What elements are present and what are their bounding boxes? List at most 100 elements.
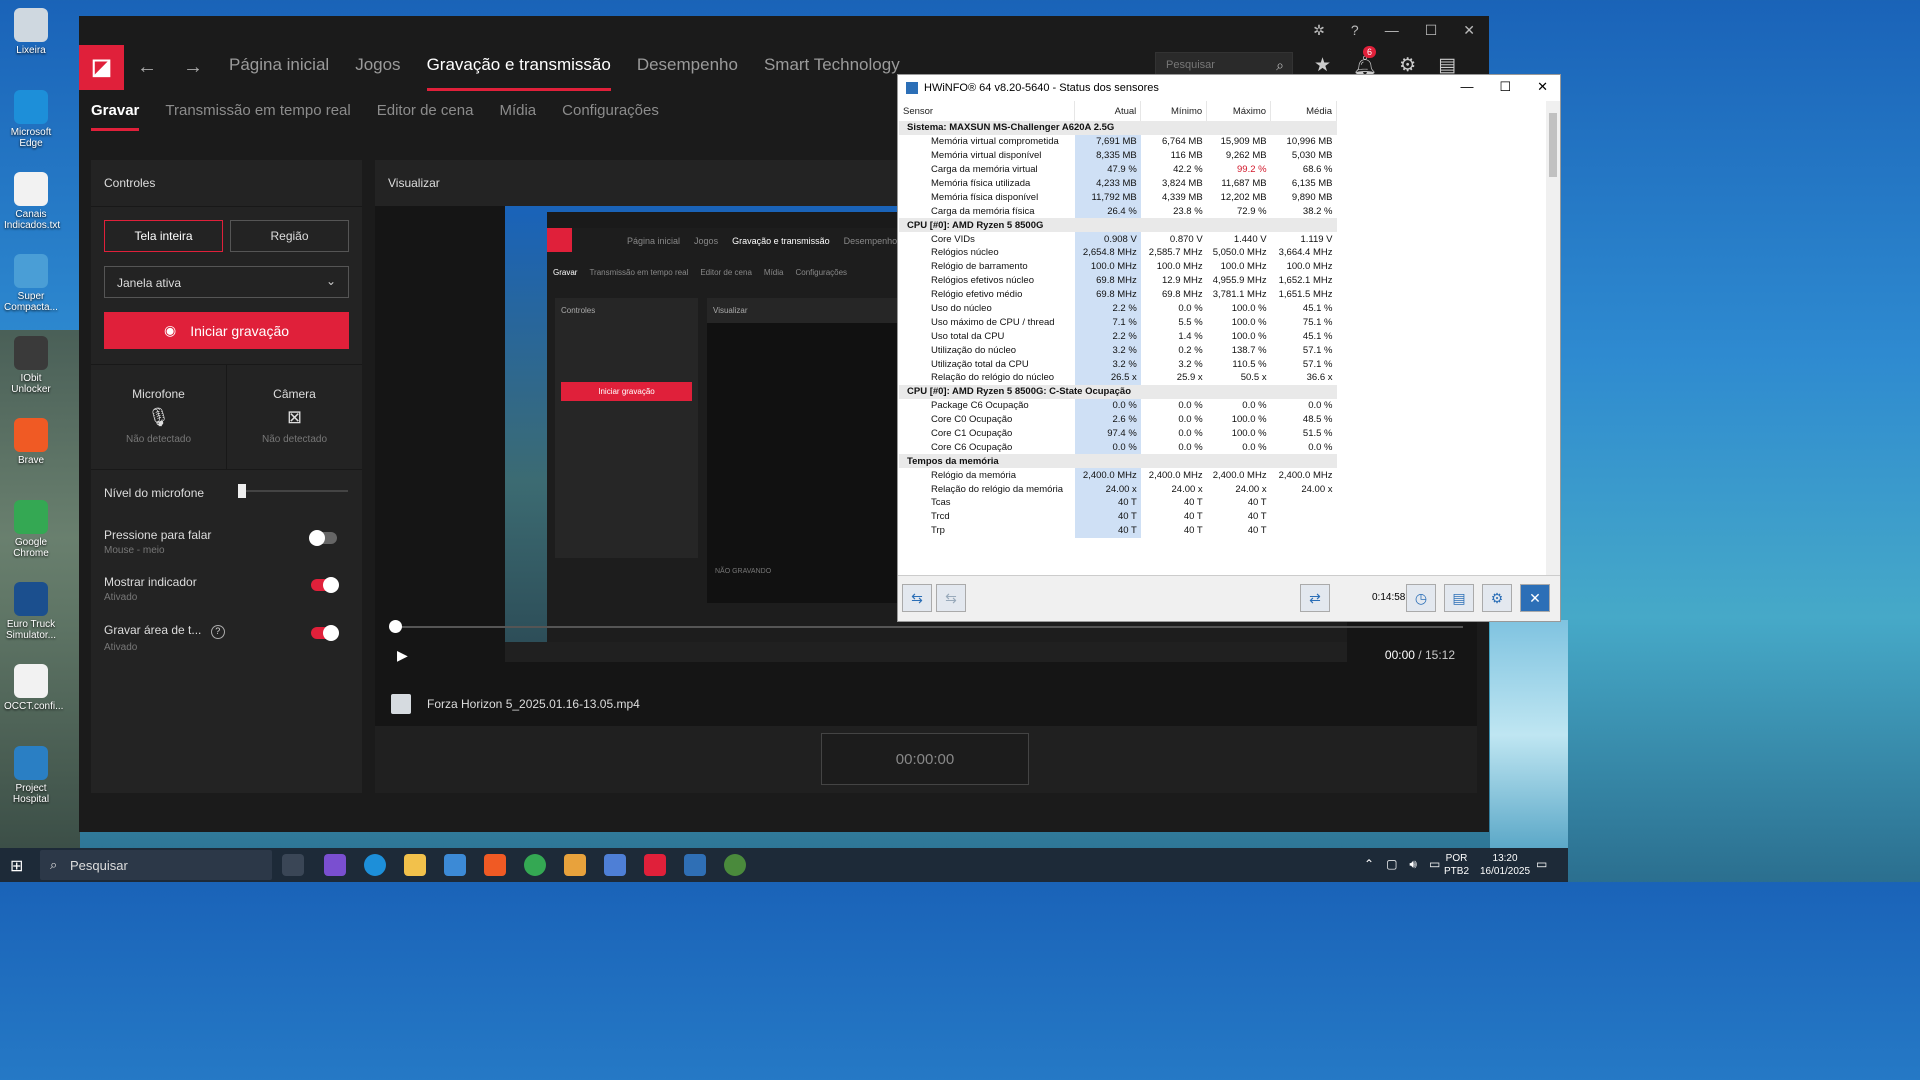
info-icon[interactable]: ?: [210, 625, 225, 639]
store-icon[interactable]: [444, 854, 466, 876]
sensor-row[interactable]: Package C6 Ocupação 0.0 % 0.0 % 0.0 % 0.0 %: [899, 398, 1337, 413]
taskbar-clock[interactable]: 13:20 16/01/2025: [1480, 852, 1530, 878]
col-avg[interactable]: Média: [1270, 101, 1337, 121]
device-icon[interactable]: ▢: [1386, 857, 1397, 872]
close-icon[interactable]: ✕: [1463, 22, 1475, 39]
close-sensors-icon[interactable]: ✕: [1520, 584, 1550, 612]
tab-record[interactable]: Gravar: [91, 102, 140, 131]
tab-scene-editor[interactable]: Editor de cena: [377, 102, 474, 119]
bug-report-icon[interactable]: ✲: [1313, 22, 1325, 39]
app-icon[interactable]: [604, 854, 626, 876]
sensor-group-row[interactable]: CPU [#0]: AMD Ryzen 5 8500G: [899, 218, 1337, 233]
sensor-row[interactable]: Memória virtual comprometida 7,691 MB 6,76…: [899, 134, 1337, 149]
sensor-row[interactable]: Relógio efetivo médio 69.8 MHz 69.8 MHz 3,7…: [899, 287, 1337, 302]
camera-tile[interactable]: Câmera ⊠ Não detectado: [226, 365, 362, 469]
col-min[interactable]: Mínimo: [1140, 101, 1208, 121]
sensor-row[interactable]: Memória virtual disponível 8,335 MB 116 MB…: [899, 148, 1337, 163]
tab-media[interactable]: Mídia: [499, 102, 536, 119]
expand-arrows-icon[interactable]: ⇆: [902, 584, 932, 612]
amd-logo[interactable]: ◪: [79, 44, 124, 90]
sensor-row[interactable]: Relógios núcleo 2,654.8 MHz 2,585.7 MHz 5,0…: [899, 246, 1337, 260]
sensor-row[interactable]: Uso do núcleo 2.2 % 0.0 % 100.0 % 45.1 %: [899, 301, 1337, 316]
language-indicator[interactable]: POR PTB2: [1444, 852, 1469, 878]
seek-bar[interactable]: [389, 620, 1463, 633]
minimize-icon[interactable]: —: [1460, 79, 1473, 95]
settings-gear-icon[interactable]: ⚙: [1482, 584, 1512, 612]
desktop-icon[interactable]: Microsoft Edge: [4, 90, 58, 149]
sensor-row[interactable]: Uso máximo de CPU / thread 7.1 % 5.5 % 100.…: [899, 315, 1337, 330]
tab-live-stream[interactable]: Transmissão em tempo real: [165, 102, 350, 119]
nav-record-stream[interactable]: Gravação e transmissão: [426, 55, 612, 91]
sensor-row[interactable]: Trp 40 T 40 T 40 T: [899, 523, 1337, 538]
sensor-row[interactable]: Carga da memória física 26.4 % 23.8 % 72.9 …: [899, 204, 1337, 219]
desktop-icon[interactable]: Lixeira: [4, 8, 58, 56]
taskbar-search[interactable]: ⌕ Pesquisar: [40, 850, 272, 880]
collapse-arrows-icon[interactable]: ⇆: [936, 584, 966, 612]
col-max[interactable]: Máximo: [1206, 101, 1272, 121]
minimize-icon[interactable]: —: [1385, 22, 1399, 38]
amd-software-icon[interactable]: [644, 854, 666, 876]
sensor-row[interactable]: Relógios efetivos núcleo 69.8 MHz 12.9 MHz…: [899, 273, 1337, 288]
sensor-group-row[interactable]: Tempos da memória: [899, 454, 1337, 469]
help-icon[interactable]: ?: [1351, 22, 1359, 38]
microphone-tile[interactable]: Microfone 🎙︎ Não detectado: [91, 365, 226, 469]
show-indicator-toggle[interactable]: [311, 577, 339, 593]
volume-icon[interactable]: 🔊︎: [1409, 857, 1417, 872]
app-icon[interactable]: [564, 854, 586, 876]
log-file-icon[interactable]: ▤: [1444, 584, 1474, 612]
nav-smart-technology[interactable]: Smart Technology: [764, 55, 900, 79]
sensor-row[interactable]: Core C1 Ocupação 97.4 % 0.0 % 100.0 % 51.5 %: [899, 426, 1337, 441]
window-select[interactable]: Janela ativa ⌄: [104, 266, 349, 298]
scrollbar-thumb[interactable]: [1549, 113, 1557, 177]
region-button[interactable]: Região: [230, 220, 349, 252]
sensor-row[interactable]: Memória física disponível 11,792 MB 4,339 …: [899, 190, 1337, 205]
desktop-icon[interactable]: Canais Indicados.txt: [4, 172, 60, 231]
windows-start-icon[interactable]: ⊞: [10, 856, 23, 876]
file-explorer-icon[interactable]: [404, 854, 426, 876]
desktop-icon[interactable]: Brave: [4, 418, 58, 466]
search-icon[interactable]: ⌕: [1276, 57, 1284, 74]
edge-icon[interactable]: [364, 854, 386, 876]
sensor-row[interactable]: Core C0 Ocupação 2.6 % 0.0 % 100.0 % 48.5 %: [899, 412, 1337, 427]
sensor-row[interactable]: Utilização do núcleo 3.2 % 0.2 % 138.7 % 57.…: [899, 343, 1337, 358]
task-view-icon[interactable]: [282, 854, 304, 876]
sensor-row[interactable]: Trcd 40 T 40 T 40 T: [899, 509, 1337, 524]
sensor-row[interactable]: Relação do relógio da memória 24.00 x 24.0…: [899, 482, 1337, 497]
copilot-icon[interactable]: [324, 854, 346, 876]
fullscreen-button[interactable]: Tela inteira: [104, 220, 223, 252]
sensor-row[interactable]: Tcas 40 T 40 T 40 T: [899, 496, 1337, 510]
sensor-group-row[interactable]: CPU [#0]: AMD Ryzen 5 8500G: C-State Ocu…: [899, 384, 1337, 399]
chevron-up-icon[interactable]: ⌃: [1364, 857, 1374, 872]
sensor-row[interactable]: Core VIDs 0.908 V 0.870 V 1.440 V 1.119 V: [899, 232, 1337, 247]
media-file-row[interactable]: Forza Horizon 5_2025.01.16-13.05.mp4: [391, 694, 640, 714]
nav-performance[interactable]: Desempenho: [637, 55, 738, 79]
xbox-icon[interactable]: [724, 854, 746, 876]
col-sensor[interactable]: Sensor: [899, 101, 1076, 121]
seek-handle[interactable]: [389, 620, 402, 633]
notification-center-icon[interactable]: ▭: [1536, 857, 1547, 871]
sensor-group-row[interactable]: Sistema: MAXSUN MS-Challenger A620A 2.5G: [899, 121, 1337, 135]
push-to-talk-toggle[interactable]: [309, 530, 337, 546]
hwinfo-icon[interactable]: [684, 854, 706, 876]
mic-level-knob[interactable]: [238, 484, 246, 498]
desktop-icon[interactable]: Euro Truck Simulator...: [4, 582, 58, 641]
tab-settings[interactable]: Configurações: [562, 102, 659, 119]
maximize-icon[interactable]: ☐: [1425, 22, 1438, 39]
maximize-icon[interactable]: ☐: [1499, 79, 1511, 95]
sensor-row[interactable]: Uso total da CPU 2.2 % 1.4 % 100.0 % 45.1 %: [899, 329, 1337, 344]
network-icon[interactable]: ▭: [1429, 857, 1440, 872]
sensor-scrollbar[interactable]: [1546, 101, 1560, 575]
play-icon[interactable]: ▶: [397, 647, 408, 664]
forward-arrow-icon[interactable]: →: [170, 56, 216, 79]
sensor-row[interactable]: Relação do relógio do núcleo 26.5 x 25.9 x…: [899, 371, 1337, 385]
desktop-icon[interactable]: Project Hospital: [4, 746, 58, 805]
col-current[interactable]: Atual: [1074, 101, 1142, 121]
brave-icon[interactable]: [484, 854, 506, 876]
sensor-row[interactable]: Relógio da memória 2,400.0 MHz 2,400.0 MHz…: [899, 468, 1337, 483]
nav-home[interactable]: Página inicial: [229, 55, 329, 79]
back-arrow-icon[interactable]: ←: [124, 56, 170, 79]
desktop-icon[interactable]: IObit Unlocker: [4, 336, 58, 395]
record-area-toggle[interactable]: [311, 625, 339, 641]
mic-level-slider[interactable]: [238, 484, 348, 498]
sensor-row[interactable]: Utilização total da CPU 3.2 % 3.2 % 110.5 %…: [899, 357, 1337, 372]
